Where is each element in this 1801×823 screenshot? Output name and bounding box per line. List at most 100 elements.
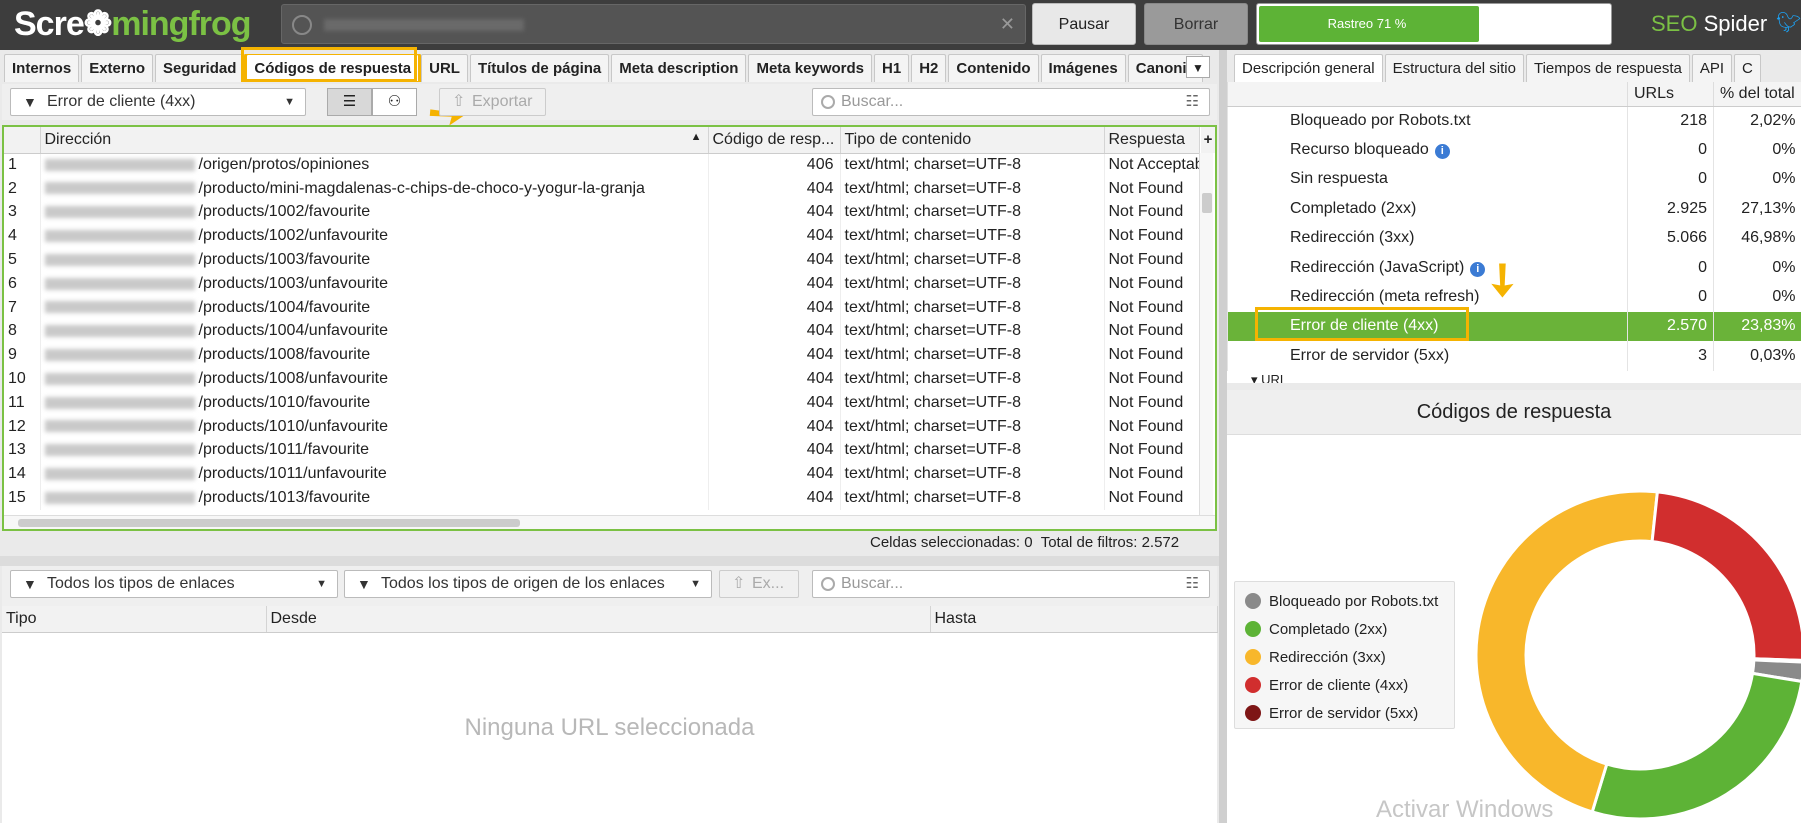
donut-slice-2 [1474,489,1660,814]
link-type-filter[interactable]: ▼ Todos los tipos de enlaces ▼ [10,570,338,598]
col-header-to[interactable]: Hasta [930,606,1218,633]
bottom-search-input[interactable]: Buscar... ☷ [812,570,1210,598]
tab-8[interactable]: H1 [874,54,910,82]
tabs-overflow-dropdown[interactable]: ▼ [1186,56,1210,78]
table-row[interactable]: 6/products/1003/unfavourite 404 text/html;… [4,271,1200,296]
origin-type-filter[interactable]: ▼ Todos los tipos de origen de los enlac… [344,570,712,598]
twitter-icon[interactable]: 🐦︎ [1776,12,1801,34]
response-cell: Not Found [1104,200,1200,225]
add-column-icon[interactable]: + [1201,127,1215,153]
col-header-response[interactable]: Respuesta [1104,127,1200,154]
export-button[interactable]: ⇧ Exportar [439,88,546,116]
status-filter-select[interactable]: ▼ Error de cliente (4xx) ▼ [10,88,306,116]
search-input[interactable]: Buscar... ☷ [812,88,1210,116]
tab-2[interactable]: Seguridad [155,54,245,82]
table-row[interactable]: 3/products/1002/favourite 404 text/html; c… [4,200,1200,225]
summary-row[interactable]: Redirección (3xx) 5.066 46,98% [1227,223,1801,253]
summary-row[interactable]: Completado (2xx) 2.925 27,13% [1227,194,1801,224]
blurred-domain [44,301,195,314]
clear-button[interactable]: Borrar [1144,3,1248,45]
tab-7[interactable]: Meta keywords [748,54,873,82]
horizontal-scrollbar[interactable] [4,515,1215,529]
row-number: 4 [4,224,41,249]
content-type-cell: text/html; charset=UTF-8 [840,295,1105,320]
table-row[interactable]: 2/producto/mini-magdalenas-c-chips-de-ch… [4,176,1200,201]
right-tab-1[interactable]: Estructura del sitio [1384,54,1524,82]
tab-1[interactable]: Externo [81,54,154,82]
tab-6[interactable]: Meta description [611,54,747,82]
tab-11[interactable]: Imágenes [1040,54,1126,82]
tab-9[interactable]: H2 [911,54,947,82]
col-header-urls[interactable]: URLs [1627,82,1714,107]
legend-swatch [1245,649,1261,665]
url-input[interactable]: ✕ [281,4,1026,44]
table-row[interactable]: 9/products/1008/favourite 404 text/html; c… [4,343,1200,368]
right-tab-3[interactable]: API [1691,54,1733,82]
info-icon[interactable]: i [1434,144,1450,160]
pause-button[interactable]: Pausar [1032,3,1136,45]
table-row[interactable]: 11/products/1010/favourite 404 text/html; … [4,390,1200,415]
tab-4[interactable]: URL [421,54,468,82]
table-row[interactable]: 5/products/1003/favourite 404 text/html; c… [4,248,1200,272]
address-cell: /products/1002/unfavourite [40,224,709,249]
table-row[interactable]: 7/products/1004/favourite 404 text/html; c… [4,295,1200,320]
bottom-export-button[interactable]: ⇧ Ex... [719,570,799,598]
row-number: 3 [4,200,41,225]
col-header-status-code[interactable]: Código de resp... [708,127,841,154]
list-view-button[interactable]: ☰ [327,88,372,116]
table-row[interactable]: 14/products/1011/unfavourite 404 text/html… [4,462,1200,487]
response-cell: Not Found [1104,367,1200,391]
col-header-from[interactable]: Desde [266,606,931,633]
col-header-percent[interactable]: % del total [1713,82,1801,107]
tab-0[interactable]: Internos [4,54,80,82]
right-tab-0[interactable]: Descripción general [1234,54,1383,82]
tab-10[interactable]: Contenido [948,54,1039,82]
results-table: Dirección ▲ Código de resp... Tipo de con… [2,125,1217,531]
vertical-scrollbar[interactable] [1199,153,1213,515]
table-row[interactable]: 8/products/1004/unfavourite 404 text/html;… [4,319,1200,344]
table-row[interactable]: 4/products/1002/unfavourite 404 text/html;… [4,224,1200,249]
summary-row[interactable]: Bloqueado por Robots.txt 218 2,02% [1227,106,1801,136]
table-row[interactable]: 10/products/1008/unfavourite 404 text/html… [4,367,1200,391]
tree-view-button[interactable]: ⚇ [372,88,417,116]
summary-row[interactable]: Error de servidor (5xx) 3 0,03% [1227,341,1801,371]
col-header-content-type[interactable]: Tipo de contenido [840,127,1105,154]
right-tab-4[interactable]: C [1734,54,1761,82]
summary-row[interactable]: Recurso bloqueado i 0 0% [1227,135,1801,165]
col-header-type[interactable]: Tipo [2,606,267,633]
blurred-domain [44,349,195,362]
table-row[interactable]: 15/products/1013/favourite 404 text/html; … [4,486,1200,510]
tree-node-partial[interactable]: ▾ URL [1251,372,1287,383]
clear-url-icon[interactable]: ✕ [1000,14,1015,35]
col-header-address[interactable]: Dirección ▲ [40,127,709,154]
right-tab-2[interactable]: Tiempos de respuesta [1525,54,1690,82]
blurred-domain [44,206,195,219]
address-cell: /products/1008/unfavourite [40,367,709,391]
address-cell: /products/1008/favourite [40,343,709,368]
blurred-url [324,19,524,31]
pane-splitter[interactable] [0,556,1219,566]
blurred-domain [44,420,195,433]
vertical-splitter[interactable] [1219,50,1227,823]
table-row[interactable]: 13/products/1011/favourite 404 text/html; … [4,438,1200,463]
summary-row[interactable]: Sin respuesta 0 0% [1227,164,1801,195]
table-row[interactable]: 12/products/1010/unfavourite 404 text/html… [4,414,1200,439]
donut-slice-4 [1752,657,1801,664]
response-cell: Not Found [1104,414,1200,439]
tab-5[interactable]: Títulos de página [469,54,610,82]
table-row[interactable]: 1/origen/protos/opiniones 406 text/html; c… [4,153,1200,177]
legend-swatch [1245,593,1261,609]
sliders-icon[interactable]: ☷ [1186,571,1199,597]
logo: Scre❁mingfrog [14,5,252,43]
row-number: 15 [4,486,41,510]
filter-icon: ▼ [357,576,371,592]
legend-item: Error de cliente (4xx) [1235,672,1454,700]
response-cell: Not Found [1104,438,1200,463]
row-highlight-box [1255,307,1469,341]
blurred-domain [44,253,195,266]
status-code-cell: 406 [708,153,841,177]
chart-legend: Bloqueado por Robots.txt Completado (2xx)… [1234,581,1455,729]
row-number: 8 [4,319,41,344]
address-cell: /origen/protos/opiniones [40,153,709,177]
sliders-icon[interactable]: ☷ [1186,89,1199,115]
